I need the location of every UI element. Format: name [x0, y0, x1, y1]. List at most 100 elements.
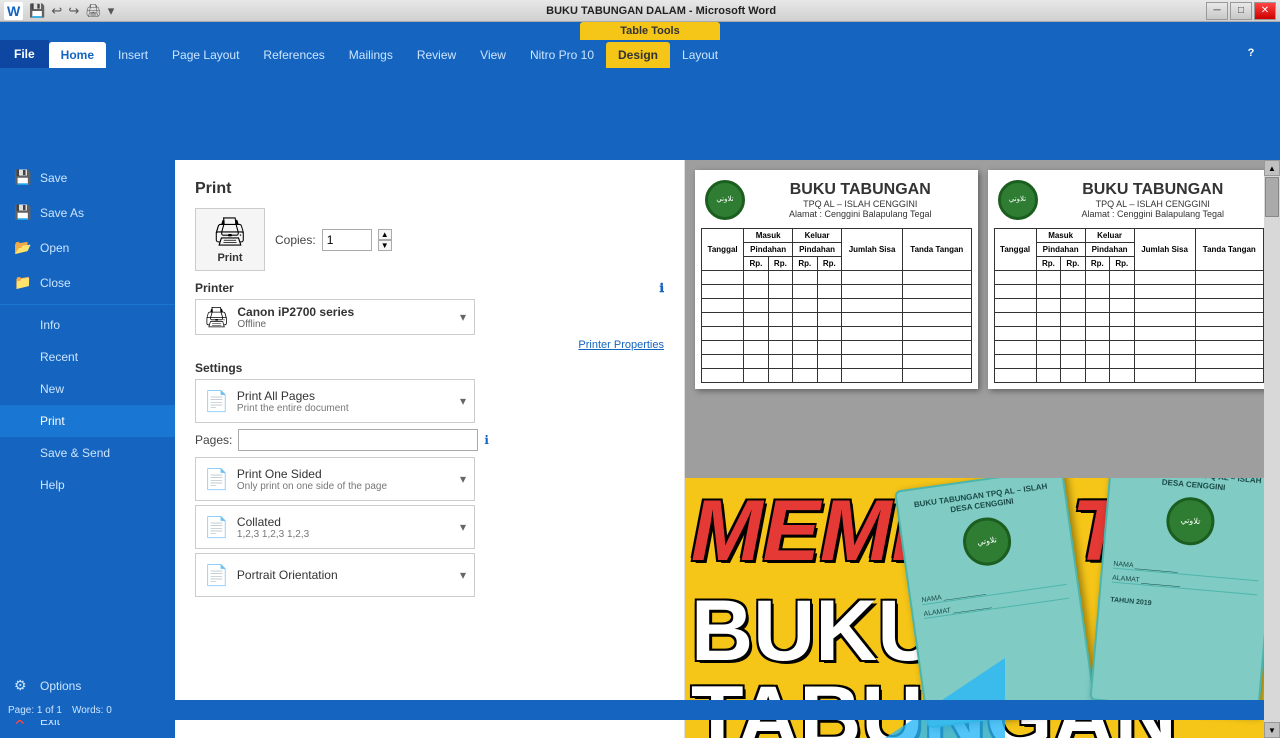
page2-header: تلاوتي BUKU TABUNGAN TPQ AL – ISLAH CENG…	[994, 176, 1265, 224]
collated-select[interactable]: 📄 Collated 1,2,3 1,2,3 1,2,3 ▾	[195, 505, 475, 549]
sidebar-item-open[interactable]: 📂 Open	[0, 230, 175, 265]
tab-home[interactable]: Home	[49, 42, 106, 68]
table-row	[702, 355, 972, 369]
sidebar-item-print[interactable]: Print	[0, 405, 175, 437]
qa-save[interactable]: 💾	[27, 2, 47, 20]
one-sided-label: Print One Sided	[237, 467, 452, 481]
printer-dropdown-arrow: ▾	[460, 310, 466, 324]
close-folder-icon: 📁	[14, 274, 32, 291]
pages-row: Pages: ℹ	[195, 429, 664, 451]
status-words: Words: 0	[72, 705, 112, 716]
book2-logo: تلاوتي	[1164, 495, 1216, 547]
scroll-down-button[interactable]: ▼	[1264, 722, 1280, 738]
page1-logo: تلاوتي	[705, 180, 745, 220]
book1-logo: تلاوتي	[960, 514, 1014, 568]
scroll-up-button[interactable]: ▲	[1264, 160, 1280, 176]
tab-mailings[interactable]: Mailings	[337, 42, 405, 68]
word-icon: W	[4, 2, 23, 20]
scroll-thumb[interactable]	[1265, 177, 1279, 217]
table-row	[702, 271, 972, 285]
close-button[interactable]: ✕	[1254, 2, 1276, 20]
tab-view[interactable]: View	[468, 42, 518, 68]
printer-info-icon[interactable]: ℹ	[659, 281, 664, 295]
printer-select[interactable]: 🖨 Canon iP2700 series Offline ▾	[195, 299, 475, 335]
table-tools-bar: Table Tools	[580, 22, 720, 40]
pages-label: Pages:	[195, 433, 232, 447]
one-sided-arrow: ▾	[460, 472, 466, 486]
table-row	[994, 341, 1264, 355]
copies-input[interactable]	[322, 229, 372, 251]
window-title: BUKU TABUNGAN DALAM - Microsoft Word	[546, 5, 776, 17]
qa-redo[interactable]: ↪	[66, 2, 81, 20]
tab-insert[interactable]: Insert	[106, 42, 160, 68]
status-bar: Page: 1 of 1 Words: 0	[0, 700, 1280, 720]
sidebar-item-close[interactable]: 📁 Close	[0, 265, 175, 300]
open-icon: 📂	[14, 239, 32, 256]
sidebar-item-save-send[interactable]: Save & Send	[0, 437, 175, 469]
print-button-row: 🖨 Print Copies: ▲ ▼	[195, 208, 664, 271]
pages-info-icon[interactable]: ℹ	[484, 433, 489, 447]
copies-down[interactable]: ▼	[378, 240, 392, 251]
help-icon[interactable]: ?	[1242, 44, 1260, 62]
vertical-scrollbar[interactable]: ▲ ▼	[1264, 160, 1280, 738]
sidebar-item-info[interactable]: Info	[0, 309, 175, 341]
options-icon: ⚙	[14, 677, 32, 694]
printer-device-icon: 🖨	[204, 305, 229, 330]
sidebar-item-save-as[interactable]: 💾 Save As	[0, 195, 175, 230]
tab-layout[interactable]: Layout	[670, 42, 730, 68]
settings-section-header: Settings	[195, 361, 664, 375]
tab-design[interactable]: Design	[606, 42, 670, 68]
table-row	[994, 271, 1264, 285]
tab-references[interactable]: References	[251, 42, 336, 68]
save-as-icon: 💾	[14, 204, 32, 221]
document-page-1: تلاوتي BUKU TABUNGAN TPQ AL – ISLAH CENG…	[695, 170, 978, 389]
sidebar-item-recent[interactable]: Recent	[0, 341, 175, 373]
printer-properties-link[interactable]: Printer Properties	[195, 339, 664, 351]
printer-icon: 🖨	[212, 215, 248, 248]
tab-nitro[interactable]: Nitro Pro 10	[518, 42, 606, 68]
printer-section-header: Printer ℹ	[195, 281, 664, 295]
table-row	[702, 299, 972, 313]
print-one-sided-select[interactable]: 📄 Print One Sided Only print on one side…	[195, 457, 475, 501]
minimize-button[interactable]: ─	[1206, 2, 1228, 20]
tab-page-layout[interactable]: Page Layout	[160, 42, 251, 68]
sidebar-item-new[interactable]: New	[0, 373, 175, 405]
print-button[interactable]: 🖨 Print	[195, 208, 265, 271]
table-row	[702, 313, 972, 327]
table-row	[994, 285, 1264, 299]
copies-up[interactable]: ▲	[378, 229, 392, 240]
title-bar-controls: ─ □ ✕	[1206, 2, 1276, 20]
table-row	[994, 355, 1264, 369]
one-sided-icon: 📄	[204, 467, 229, 492]
blue-triangle	[885, 658, 1005, 738]
copies-label: Copies:	[275, 233, 316, 247]
print-all-pages-select[interactable]: 📄 Print All Pages Print the entire docum…	[195, 379, 475, 423]
tab-review[interactable]: Review	[405, 42, 468, 68]
collated-desc: 1,2,3 1,2,3 1,2,3	[237, 529, 452, 540]
qa-more[interactable]: ▾	[106, 2, 117, 20]
qa-undo[interactable]: ↩	[49, 2, 64, 20]
print-pages-icon: 📄	[204, 389, 229, 414]
pages-input[interactable]	[238, 429, 478, 451]
orientation-arrow: ▾	[460, 568, 466, 582]
orientation-select[interactable]: 📄 Portrait Orientation ▾	[195, 553, 475, 597]
book2-tahun: TAHUN 2019	[1110, 596, 1256, 616]
maximize-button[interactable]: □	[1230, 2, 1252, 20]
sidebar-item-save[interactable]: 💾 Save	[0, 160, 175, 195]
print-panel: Print 🖨 Print Copies: ▲ ▼ Printer	[175, 160, 685, 738]
sidebar-item-options[interactable]: ⚙ Options	[0, 668, 175, 703]
col-tanda: Tanda Tangan	[903, 229, 971, 271]
print-button-label: Print	[217, 252, 242, 264]
sidebar-item-help[interactable]: Help	[0, 469, 175, 501]
page2-subtitle1: TPQ AL – ISLAH CENGGINI	[1046, 199, 1261, 209]
page2-logo: تلاوتي	[998, 180, 1038, 220]
scroll-track	[1264, 176, 1280, 722]
document-preview: ▲ ▼ تلاوتي BUKU TABUNGAN TPQ AL – ISLAH …	[685, 160, 1280, 738]
ribbon: File Home Insert Page Layout References …	[0, 40, 1280, 160]
col-tanggal: Tanggal	[702, 229, 744, 271]
collated-icon: 📄	[204, 515, 229, 540]
tab-file[interactable]: File	[0, 40, 49, 68]
qa-print[interactable]: 🖨	[83, 2, 104, 20]
page2-subtitle2: Alamat : Cenggini Balapulang Tegal	[1046, 209, 1261, 219]
table-row	[702, 327, 972, 341]
